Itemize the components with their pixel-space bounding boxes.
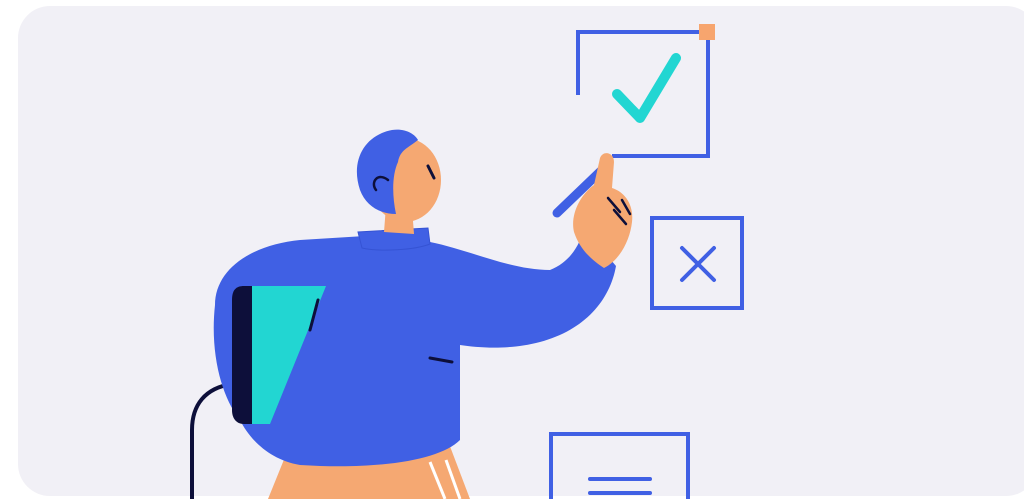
- checkbox-text: [549, 432, 690, 499]
- checklist-illustration: [190, 24, 744, 499]
- checkbox-crossed: [650, 216, 744, 310]
- cross-mark-icon: [680, 246, 716, 282]
- person: [190, 129, 633, 499]
- text-lines-icon: [588, 477, 652, 495]
- check-mark-icon: [612, 53, 681, 123]
- corner-square-icon: [699, 24, 715, 40]
- cable: [190, 382, 234, 499]
- checkbox-checked: [576, 24, 715, 158]
- head: [356, 129, 441, 222]
